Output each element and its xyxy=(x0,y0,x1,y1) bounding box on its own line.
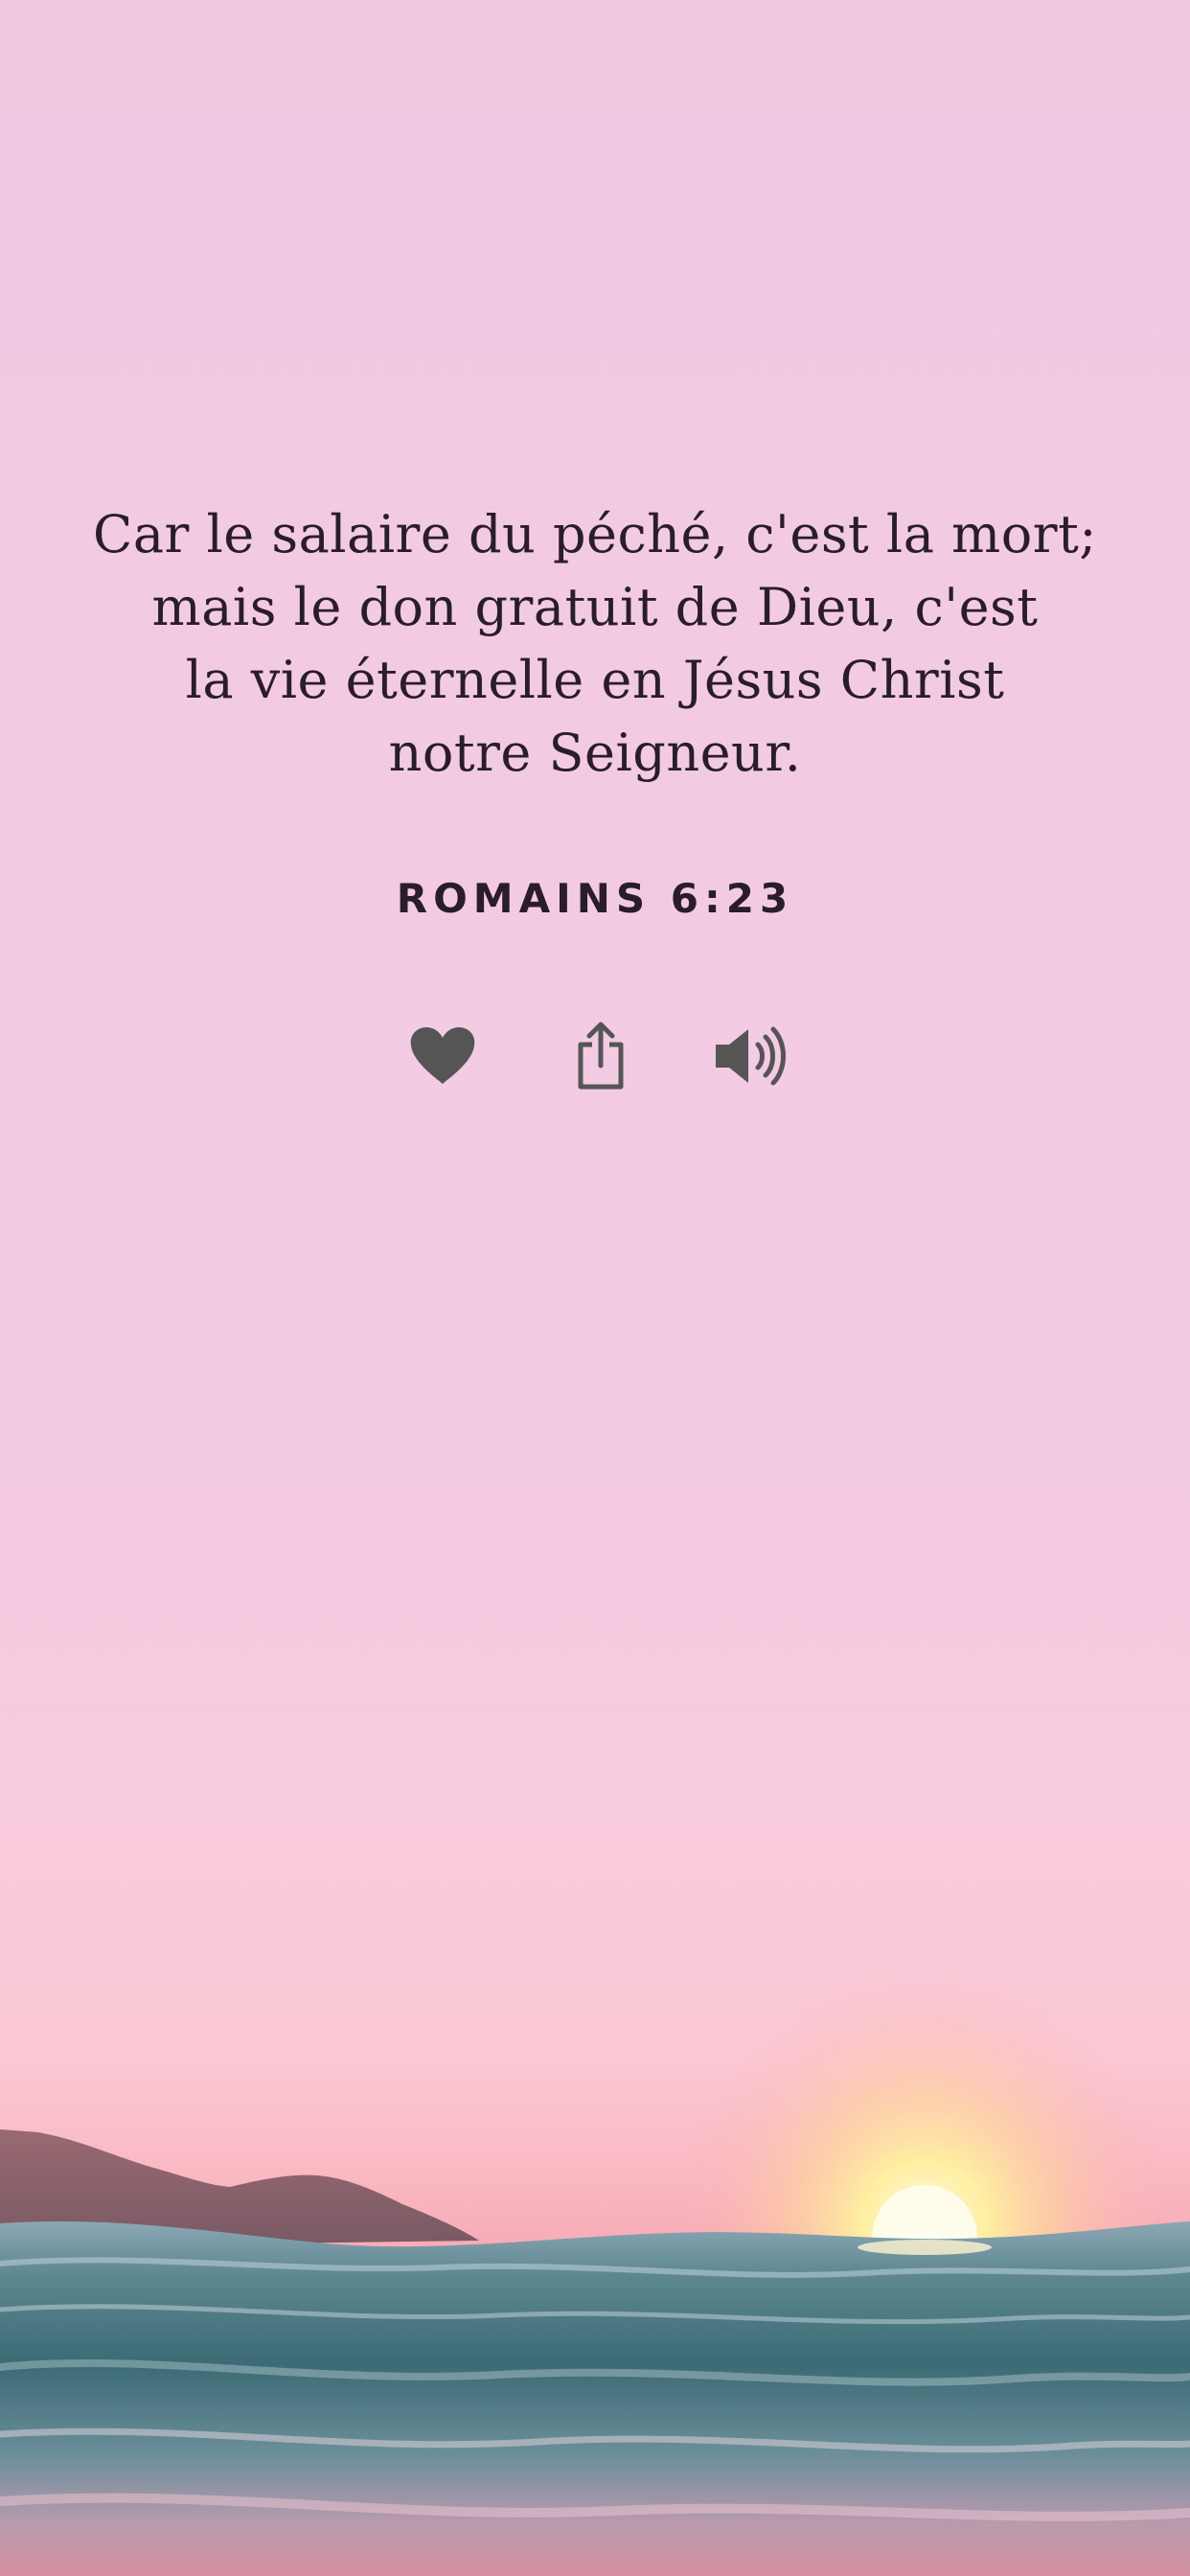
sun xyxy=(872,2185,977,2290)
wave-highlights xyxy=(0,2257,1190,2521)
verse-line: mais le don gratuit de Dieu, c'est xyxy=(151,577,1039,637)
favorite-button[interactable] xyxy=(400,1018,486,1094)
verse-container: Car le salaire du péché, c'est la mort; … xyxy=(0,498,1190,790)
heart-icon xyxy=(410,1027,475,1084)
sun-reflection xyxy=(858,2240,992,2255)
share-button[interactable] xyxy=(558,1018,644,1094)
sun-glow xyxy=(675,1974,1174,2472)
background-image xyxy=(0,1974,1190,2576)
speaker-icon xyxy=(716,1026,786,1086)
verse-reference: ROMAINS 6:23 xyxy=(396,875,794,922)
sea xyxy=(0,2221,1190,2576)
verse-line: notre Seigneur. xyxy=(388,723,802,783)
verse-text: Car le salaire du péché, c'est la mort; … xyxy=(58,498,1132,790)
listen-button[interactable] xyxy=(709,1018,795,1094)
share-icon xyxy=(578,1022,624,1090)
hills xyxy=(0,2129,479,2247)
verse-line: la vie éternelle en Jésus Christ xyxy=(185,650,1005,710)
verse-line: Car le salaire du péché, c'est la mort; xyxy=(93,504,1097,564)
action-bar xyxy=(0,1018,1190,1094)
